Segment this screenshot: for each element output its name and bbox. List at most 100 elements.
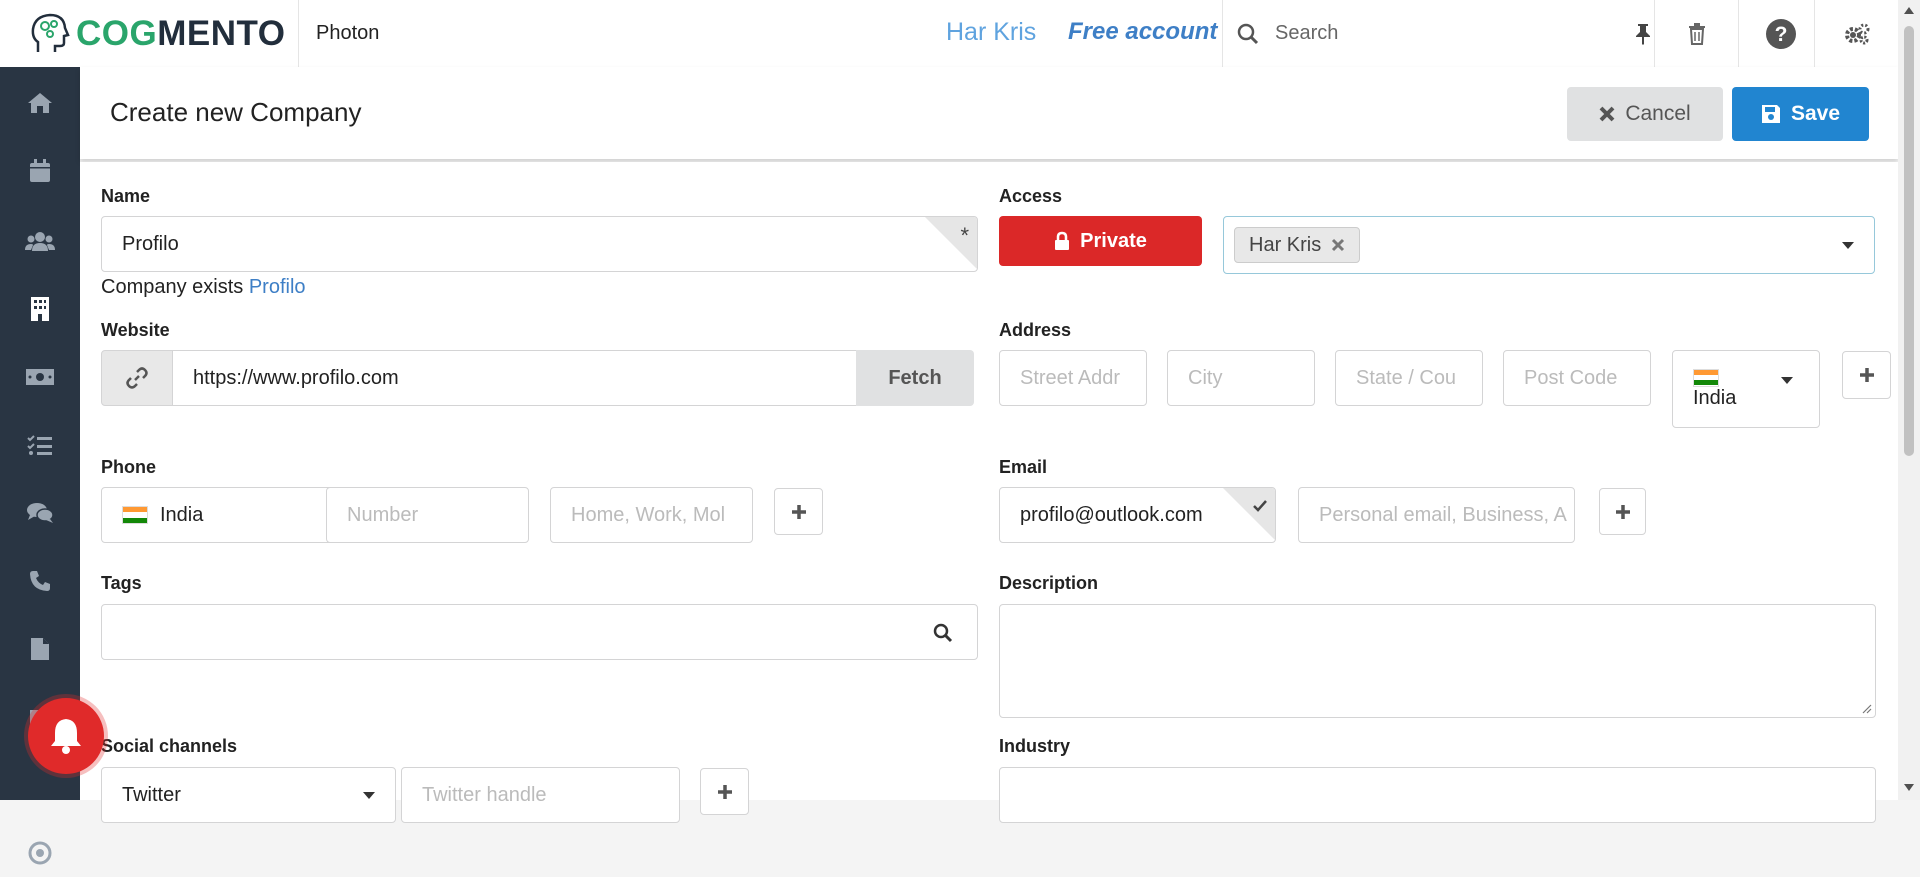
logo[interactable]: COGMENTO bbox=[0, 0, 299, 67]
phone-label: Phone bbox=[101, 457, 157, 477]
page-header: Create new Company Cancel Save bbox=[80, 67, 1898, 159]
sidebar-item-campaigns[interactable] bbox=[0, 829, 80, 877]
calendar-icon bbox=[30, 159, 50, 182]
phone-number-input[interactable]: Number bbox=[326, 487, 529, 543]
sidebar-item-companies[interactable] bbox=[0, 285, 80, 333]
target-icon bbox=[28, 841, 52, 865]
city-input[interactable]: City bbox=[1167, 350, 1315, 406]
page-title: Create new Company bbox=[110, 97, 362, 127]
gears-icon bbox=[1845, 23, 1870, 44]
add-social-button[interactable] bbox=[700, 768, 749, 815]
website-link-addon bbox=[101, 350, 173, 406]
email-input[interactable]: profilo@outlook.com bbox=[999, 487, 1276, 543]
street-address-input[interactable]: Street Addr bbox=[999, 350, 1147, 406]
add-address-button[interactable] bbox=[1842, 351, 1891, 399]
email-type-input[interactable]: Personal email, Business, A bbox=[1298, 487, 1575, 543]
website-input[interactable]: https://www.profilo.com bbox=[172, 350, 857, 406]
sidebar-item-documents[interactable] bbox=[0, 625, 80, 673]
account-type[interactable]: Free account bbox=[1068, 18, 1217, 46]
search-input[interactable] bbox=[1273, 21, 1577, 46]
add-phone-button[interactable] bbox=[774, 488, 823, 535]
company-exists-text: Company exists bbox=[101, 276, 244, 298]
search-icon bbox=[1237, 23, 1259, 44]
india-flag-icon bbox=[1693, 368, 1719, 387]
required-mark: * bbox=[960, 223, 969, 248]
help-button[interactable]: ? bbox=[1738, 0, 1823, 67]
document-icon bbox=[31, 638, 49, 660]
lock-icon bbox=[1055, 231, 1070, 250]
phone-icon bbox=[30, 571, 50, 591]
save-button[interactable]: Save bbox=[1732, 87, 1869, 141]
settings-button[interactable] bbox=[1814, 0, 1899, 67]
trash-button[interactable] bbox=[1654, 0, 1739, 67]
scroll-down-icon[interactable] bbox=[1904, 784, 1914, 792]
search-bar bbox=[1222, 0, 1653, 67]
valid-corner bbox=[1223, 488, 1275, 540]
description-textarea[interactable] bbox=[999, 604, 1876, 718]
sidebar-item-deals[interactable] bbox=[0, 353, 80, 401]
notification-bell-button[interactable] bbox=[28, 698, 104, 774]
user-name[interactable]: Har Kris bbox=[946, 18, 1036, 47]
deals-icon bbox=[26, 369, 54, 385]
company-form: Name Profilo * Company exists Profilo Ac… bbox=[80, 162, 1898, 823]
tags-input[interactable] bbox=[101, 604, 978, 660]
scroll-up-icon[interactable] bbox=[1904, 6, 1914, 14]
pin-icon[interactable] bbox=[1633, 22, 1653, 46]
chevron-down-icon[interactable] bbox=[1842, 242, 1854, 250]
add-email-button[interactable] bbox=[1599, 488, 1646, 535]
address-country-select[interactable]: India bbox=[1672, 350, 1820, 428]
plus-icon bbox=[1615, 504, 1630, 519]
plus-icon bbox=[717, 784, 732, 799]
social-handle-input[interactable]: Twitter handle bbox=[401, 767, 680, 823]
user-tag: Har Kris bbox=[1234, 227, 1361, 263]
resize-handle-icon[interactable] bbox=[1862, 704, 1872, 714]
search-icon bbox=[933, 623, 953, 643]
industry-label: Industry bbox=[999, 736, 1071, 756]
sidebar-item-calendar[interactable] bbox=[0, 147, 80, 195]
close-icon bbox=[1599, 106, 1615, 122]
social-network-select[interactable]: Twitter bbox=[101, 767, 396, 823]
save-icon bbox=[1761, 105, 1780, 123]
social-channels-label: Social channels bbox=[101, 736, 238, 756]
private-button[interactable]: Private bbox=[999, 216, 1202, 266]
access-users-select[interactable]: Har Kris bbox=[1223, 216, 1875, 274]
contacts-icon bbox=[25, 232, 55, 251]
industry-input[interactable] bbox=[999, 767, 1876, 823]
scrollbar-thumb[interactable] bbox=[1904, 26, 1914, 456]
name-value: Profilo bbox=[122, 232, 179, 255]
website-label: Website bbox=[101, 320, 170, 340]
cancel-button[interactable]: Cancel bbox=[1567, 87, 1723, 141]
india-flag-icon bbox=[122, 506, 148, 524]
email-label: Email bbox=[999, 457, 1048, 477]
sidebar-item-home[interactable] bbox=[0, 79, 80, 127]
instance-name: Photon bbox=[316, 22, 380, 44]
plus-icon bbox=[1859, 368, 1874, 382]
state-input[interactable]: State / Cou bbox=[1335, 350, 1483, 406]
chevron-down-icon bbox=[363, 792, 375, 799]
top-bar: COGMENTO Photon Har Kris Free account ? bbox=[0, 0, 1898, 68]
remove-tag-icon[interactable] bbox=[1331, 238, 1345, 252]
sidebar-item-contacts[interactable] bbox=[0, 217, 80, 265]
companies-icon bbox=[31, 297, 49, 321]
company-exists-link[interactable]: Profilo bbox=[249, 276, 306, 298]
sidebar bbox=[0, 67, 80, 865]
checkmark-icon bbox=[1253, 500, 1267, 512]
fetch-button[interactable]: Fetch bbox=[856, 350, 974, 406]
home-icon bbox=[28, 93, 52, 113]
sidebar-item-calls[interactable] bbox=[0, 557, 80, 605]
name-field[interactable]: Profilo * bbox=[101, 216, 978, 272]
sidebar-item-cases[interactable] bbox=[0, 489, 80, 537]
access-label: Access bbox=[999, 186, 1063, 206]
bell-icon bbox=[51, 719, 81, 754]
description-label: Description bbox=[999, 573, 1099, 593]
sidebar-item-tasks[interactable] bbox=[0, 421, 80, 469]
phone-type-input[interactable]: Home, Work, Mol bbox=[550, 487, 753, 543]
tasks-icon bbox=[27, 435, 52, 455]
postcode-input[interactable]: Post Code bbox=[1503, 350, 1651, 406]
logo-text: COGMENTO bbox=[76, 13, 286, 53]
logo-head-icon bbox=[31, 13, 70, 52]
chevron-down-icon bbox=[1781, 377, 1793, 384]
tags-label: Tags bbox=[101, 573, 142, 593]
page-scrollbar[interactable] bbox=[1898, 0, 1920, 800]
link-icon bbox=[126, 367, 148, 389]
